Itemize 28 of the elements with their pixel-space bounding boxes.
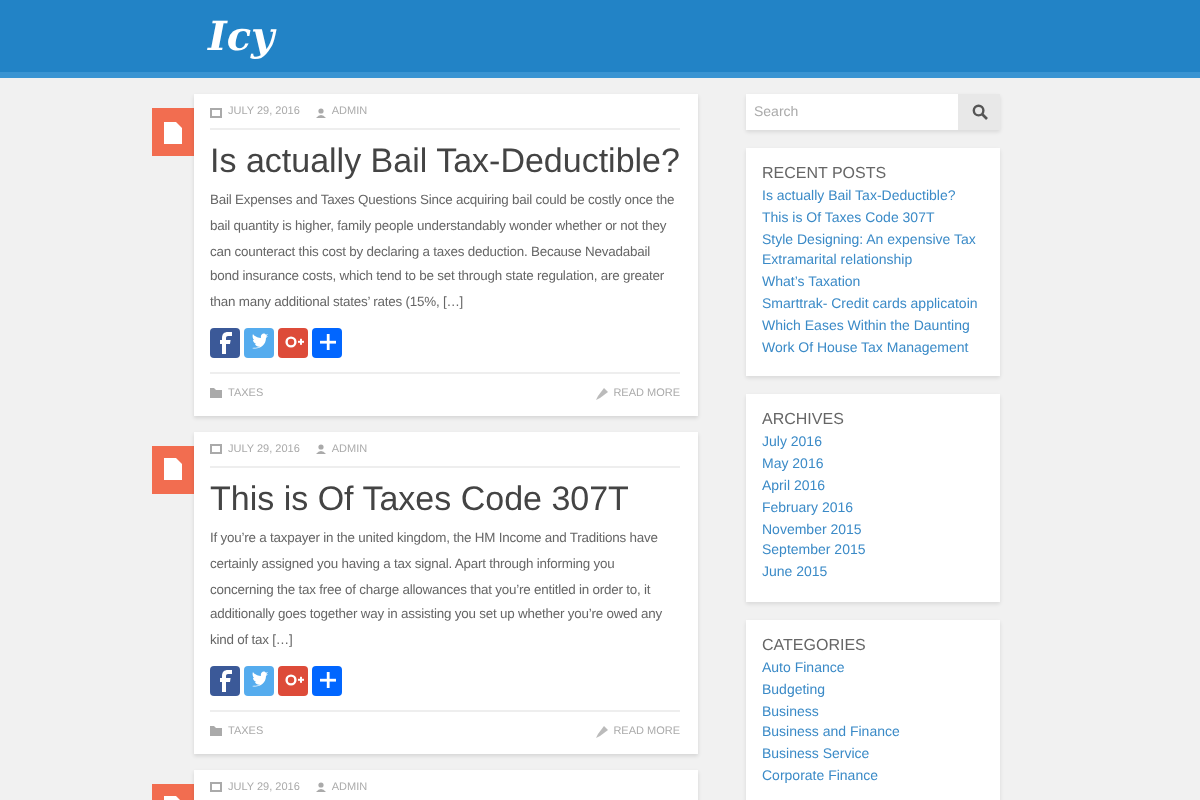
post-title[interactable]: This is Of Taxes Code 307T	[210, 479, 680, 520]
share-button[interactable]	[312, 327, 342, 358]
widget-title: CATEGORIES	[762, 635, 868, 654]
document-icon	[164, 458, 182, 481]
google-plus-share-button[interactable]	[278, 327, 308, 358]
search-icon	[971, 104, 987, 120]
share-button[interactable]	[312, 665, 342, 696]
facebook-share-button[interactable]	[210, 665, 240, 696]
plus-icon	[315, 330, 339, 355]
site-logo[interactable]: Icy	[208, 12, 275, 60]
document-icon	[164, 121, 182, 143]
folder-icon	[210, 388, 222, 399]
user-icon	[315, 444, 326, 455]
calendar-icon	[210, 444, 222, 455]
post-title[interactable]: Is actually Bail Tax-Deductible?	[210, 142, 680, 182]
google-plus-share-button[interactable]	[278, 665, 308, 696]
widget-title: ARCHIVES	[762, 410, 846, 429]
widget-title: RECENT POSTS	[762, 164, 889, 182]
calendar-icon	[210, 782, 222, 793]
user-icon	[315, 782, 326, 793]
pencil-icon	[595, 387, 608, 400]
user-icon	[315, 107, 326, 117]
calendar-icon	[210, 107, 222, 117]
pencil-icon	[595, 725, 608, 738]
facebook-share-button[interactable]	[210, 327, 240, 358]
plus-icon	[315, 668, 339, 693]
folder-icon	[210, 726, 222, 737]
search-button[interactable]	[958, 94, 1000, 130]
